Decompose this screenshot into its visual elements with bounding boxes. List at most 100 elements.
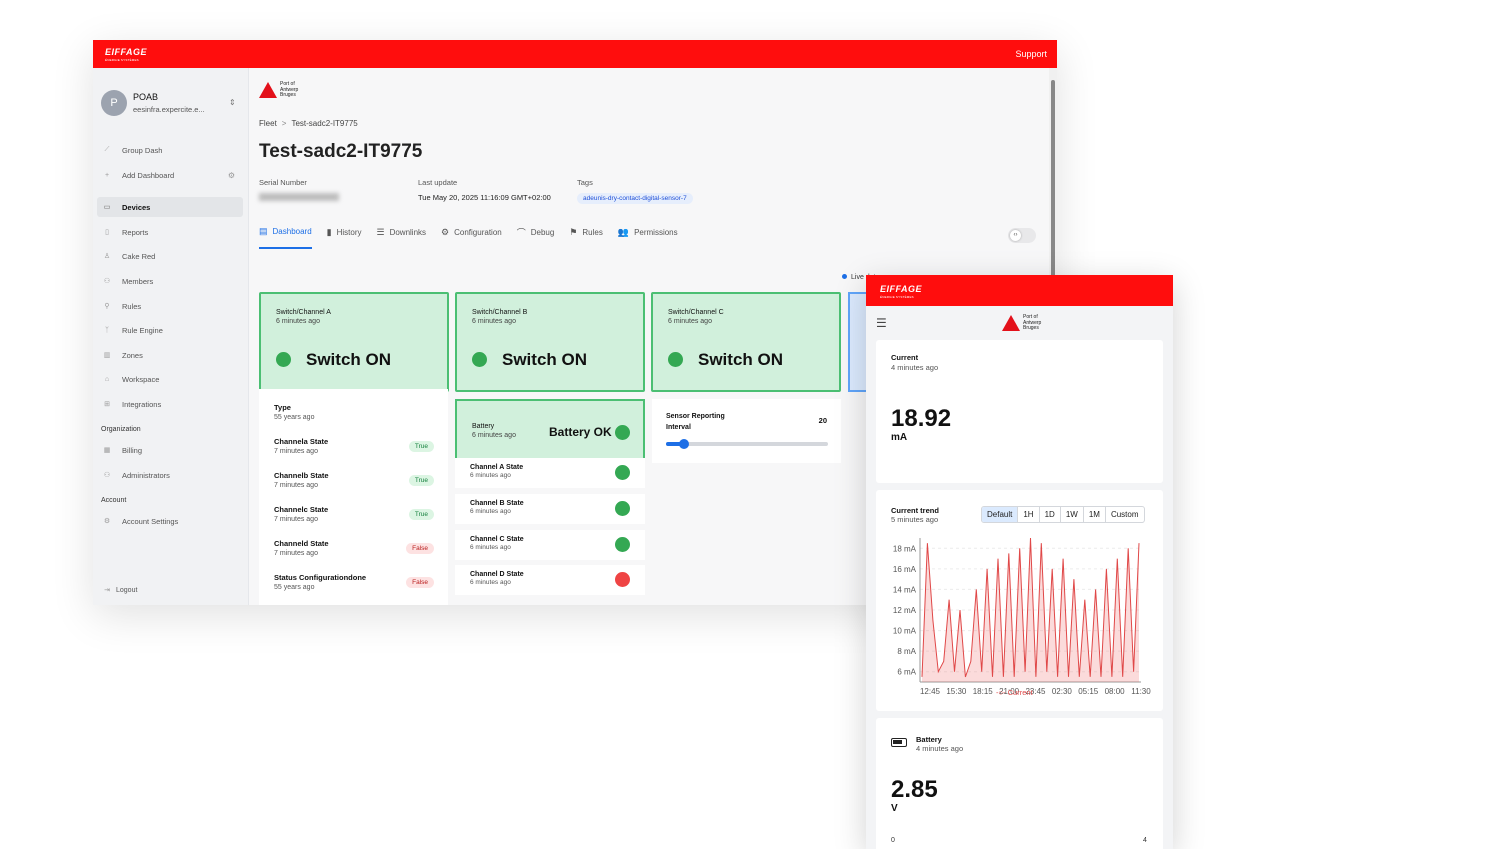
- range-1m[interactable]: 1M: [1082, 507, 1105, 522]
- port-logo: Port of Antwerp Bruges: [259, 81, 298, 99]
- status-dot-icon: [615, 465, 630, 480]
- tab-configuration[interactable]: ⚙ Configuration: [441, 226, 502, 249]
- switch-title: Switch/Channel C: [668, 309, 724, 316]
- eiffage-logo[interactable]: EIFFAGE ÉNERGIE SYSTÈMES: [880, 284, 922, 299]
- sidebar-item-reports[interactable]: ▯ Reports: [97, 222, 243, 242]
- slider-handle[interactable]: [678, 439, 689, 449]
- range-custom[interactable]: Custom: [1104, 507, 1144, 522]
- y-tick-label: 10 mA: [893, 627, 917, 636]
- status-badge: False: [406, 543, 434, 554]
- sidebar-item-add-dashboard[interactable]: + Add Dashboard ⚙: [97, 165, 243, 185]
- switch-title: Switch/Channel B: [472, 309, 528, 316]
- serial-label: Serial Number: [259, 178, 307, 187]
- sidebar-item-label: Devices: [122, 202, 151, 212]
- sidebar-item-administrators[interactable]: ⚇ Administrators: [97, 465, 243, 485]
- battery-time: 6 minutes ago: [472, 432, 516, 439]
- battery-max: 4: [1143, 837, 1147, 844]
- map-icon: ▥: [103, 352, 111, 359]
- serial-number: Serial Number: [259, 178, 339, 203]
- sidebar-item-workspace[interactable]: ⌂ Workspace: [97, 369, 243, 389]
- users-icon: ⚇: [103, 278, 111, 285]
- tab-permissions[interactable]: 👥 Permissions: [618, 226, 678, 249]
- status-dot-icon: [472, 352, 487, 367]
- gear-icon[interactable]: ⚙: [228, 171, 235, 180]
- last-update-label: Last update: [418, 178, 458, 187]
- menu-icon[interactable]: ☰: [876, 316, 887, 330]
- interval-slider[interactable]: [666, 439, 828, 449]
- bar-chart-icon: ▮: [326, 227, 332, 237]
- status-badge: False: [406, 577, 434, 588]
- logout-button[interactable]: ⇥ Logout: [97, 580, 243, 600]
- brand-text: EIFFAGE: [105, 47, 148, 57]
- chevron-updown-icon[interactable]: ⇕: [229, 98, 236, 107]
- tab-downlinks[interactable]: ☰ Downlinks: [377, 226, 427, 249]
- channel-b-row: Channel B State 6 minutes ago: [455, 494, 645, 524]
- brand-text: EIFFAGE: [880, 284, 923, 294]
- x-tick-label: 08:00: [1105, 687, 1126, 696]
- y-tick-label: 16 mA: [893, 565, 917, 574]
- switch-time: 6 minutes ago: [472, 318, 516, 325]
- sidebar-item-zones[interactable]: ▥ Zones: [97, 345, 243, 365]
- channel-name: Channel A State: [470, 464, 524, 471]
- chart-legend[interactable]: -○- Current: [996, 688, 1033, 697]
- sidebar-item-label: Administrators: [122, 470, 170, 480]
- range-1d[interactable]: 1D: [1038, 507, 1060, 522]
- x-tick-label: 05:15: [1078, 687, 1099, 696]
- battery-unit: V: [891, 803, 898, 814]
- port-logo-line: Bruges: [280, 92, 296, 98]
- battery-voltage-card: Battery 4 minutes ago 2.85 V 0 4: [876, 718, 1163, 849]
- sidebar-item-members[interactable]: ⚇ Members: [97, 271, 243, 291]
- status-dot-icon: [276, 352, 291, 367]
- tag-chip[interactable]: adeunis-dry-contact-digital-sensor-7: [577, 193, 693, 204]
- support-link[interactable]: Support: [1015, 49, 1047, 59]
- user-switcher[interactable]: P POAB eesinfra.expercite.e...: [101, 90, 205, 116]
- sidebar-item-devices[interactable]: ▭ Devices: [97, 197, 243, 217]
- brand-subtext: ÉNERGIE SYSTÈMES: [105, 58, 139, 62]
- tab-rules[interactable]: ⚑ Rules: [569, 226, 603, 249]
- sidebar-item-cake-red[interactable]: ♙ Cake Red: [97, 246, 243, 266]
- tab-debug[interactable]: ⌒ Debug: [517, 226, 555, 249]
- last-update-value: Tue May 20, 2025 11:16:09 GMT+02:00: [418, 193, 551, 202]
- tags: Tags adeunis-dry-contact-digital-sensor-…: [577, 178, 693, 204]
- row-name: Channela State: [274, 437, 329, 446]
- mobile-window: EIFFAGE ÉNERGIE SYSTÈMES ☰ Port of Antwe…: [866, 275, 1173, 849]
- sidebar-item-account-settings[interactable]: ⚙ Account Settings: [97, 511, 243, 531]
- port-logo: Port of Antwerp Bruges: [1002, 314, 1041, 332]
- range-default[interactable]: Default: [982, 507, 1018, 522]
- row-time: 55 years ago: [274, 584, 315, 591]
- logout-icon: ⇥: [104, 587, 110, 594]
- tab-history[interactable]: ▮ History: [327, 226, 362, 249]
- port-logo-icon: [259, 82, 277, 99]
- x-tick-label: 18:15: [973, 687, 994, 696]
- battery-min: 0: [891, 837, 895, 844]
- switch-time: 6 minutes ago: [668, 318, 712, 325]
- serial-value-redacted: [259, 193, 339, 201]
- x-tick-label: 12:45: [920, 687, 941, 696]
- sidebar-item-billing[interactable]: ▦ Billing: [97, 440, 243, 460]
- tab-label: Downlinks: [389, 228, 427, 237]
- eiffage-logo[interactable]: EIFFAGE ÉNERGIE SYSTÈMES: [105, 47, 147, 62]
- sidebar-item-integrations[interactable]: ⊞ Integrations: [97, 394, 243, 414]
- x-tick-label: 02:30: [1052, 687, 1073, 696]
- port-logo-icon: [1002, 315, 1020, 332]
- sensor-label-line: Interval: [666, 424, 691, 431]
- range-1h[interactable]: 1H: [1017, 507, 1038, 522]
- battery-title: Battery: [472, 423, 495, 430]
- tab-dashboard[interactable]: ▤ Dashboard: [259, 226, 312, 249]
- sidebar-item-rules[interactable]: ⚲ Rules: [97, 296, 243, 316]
- x-tick-label: 15:30: [946, 687, 967, 696]
- sidebar-item-label: Reports: [122, 227, 149, 237]
- code-view-toggle[interactable]: ‹›: [1008, 228, 1036, 243]
- channel-time: 6 minutes ago: [470, 544, 511, 551]
- switch-state: Switch ON: [306, 350, 392, 369]
- channel-c-row: Channel C State 6 minutes ago: [455, 530, 645, 560]
- range-1w[interactable]: 1W: [1059, 507, 1083, 522]
- section-account: Account: [101, 497, 127, 504]
- sidebar-item-group-dash[interactable]: ⟋ Group Dash: [97, 140, 243, 160]
- page-title: Test-sadc2-IT9775: [259, 141, 423, 162]
- status-dot-icon: [615, 501, 630, 516]
- last-update: Last update Tue May 20, 2025 11:16:09 GM…: [418, 178, 551, 202]
- channel-time: 6 minutes ago: [470, 579, 511, 586]
- sidebar-item-rule-engine[interactable]: ᛉ Rule Engine: [97, 320, 243, 340]
- breadcrumb-fleet[interactable]: Fleet: [259, 119, 277, 128]
